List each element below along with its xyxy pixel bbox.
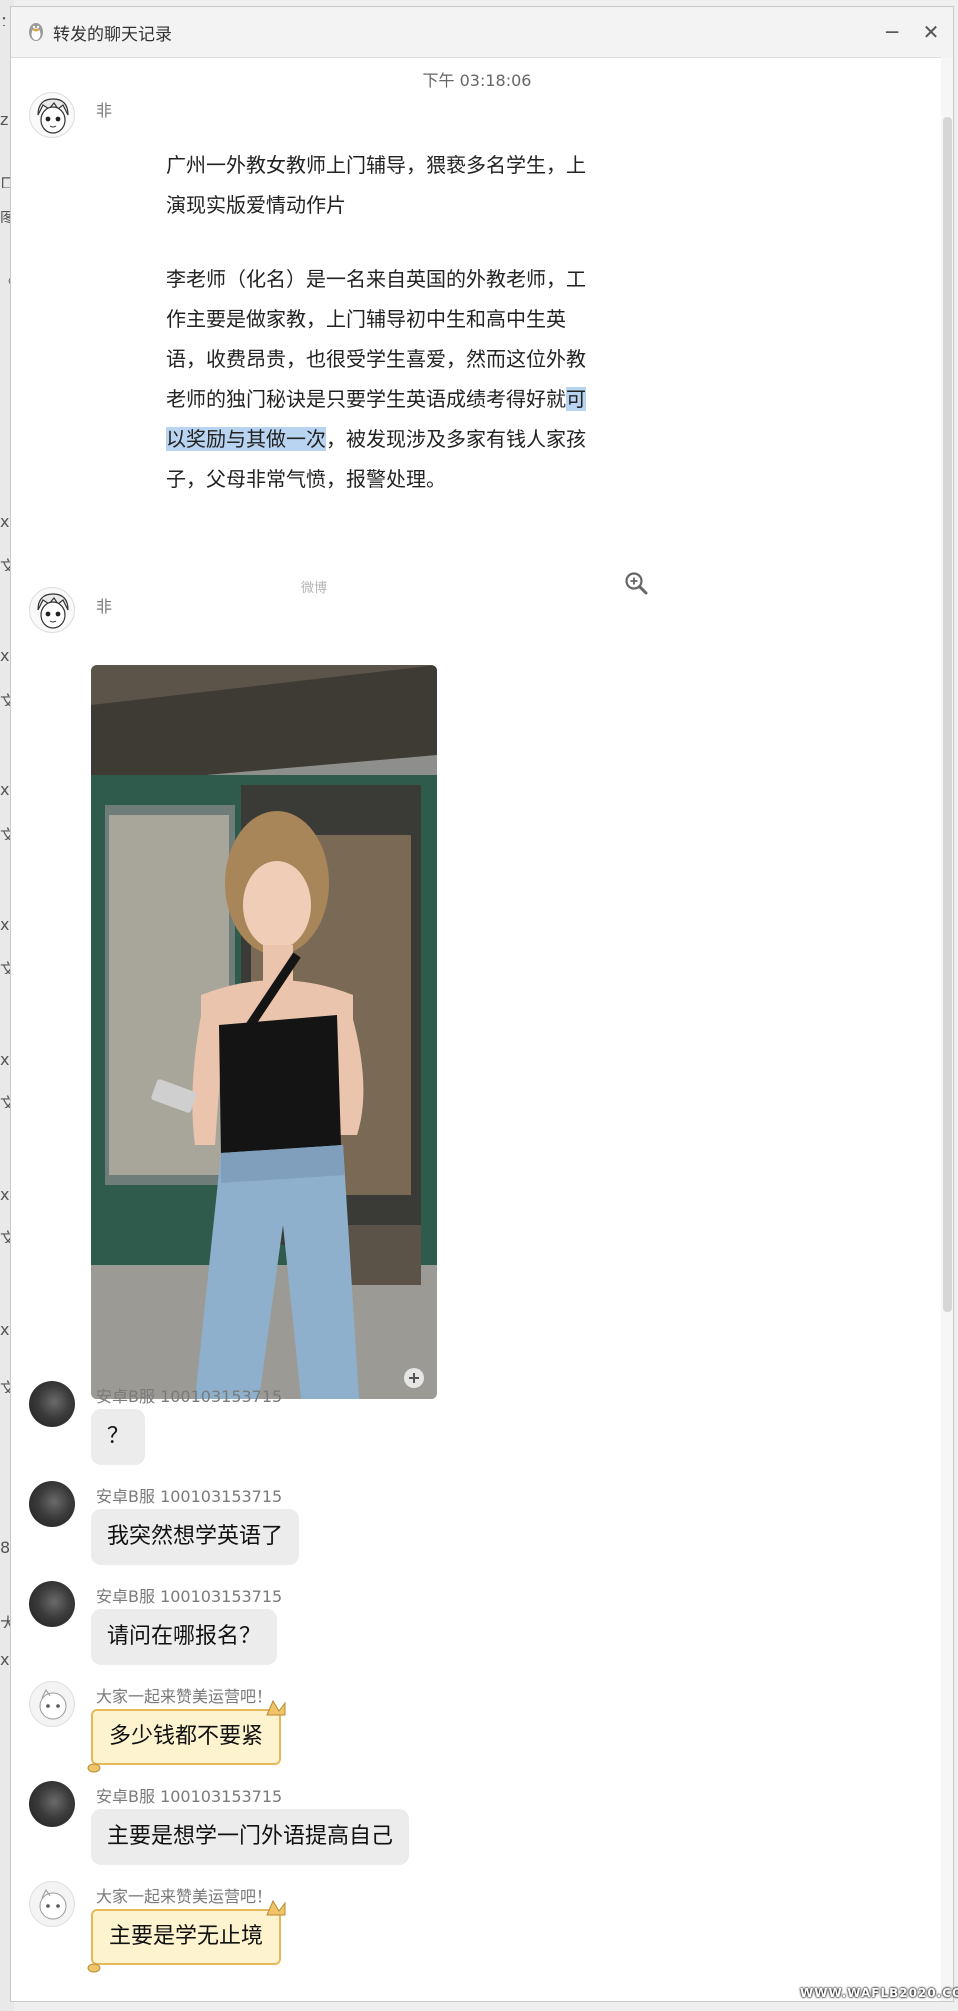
avatar[interactable] xyxy=(29,1681,75,1727)
zoom-in-icon[interactable] xyxy=(623,570,649,596)
avatar[interactable] xyxy=(29,1781,75,1827)
sender-name: 非 xyxy=(96,597,113,616)
window-title: 转发的聊天记录 xyxy=(53,25,172,45)
avatar[interactable] xyxy=(29,1581,75,1627)
shared-photo[interactable] xyxy=(91,665,437,1399)
anime-avatar-icon xyxy=(37,98,69,134)
forwarded-chat-window: 转发的聊天记录 ─ ✕ 下午 03:18:06 非 广州一外教女教师上门辅导，猥… xyxy=(10,6,954,2002)
sender-name: 安卓B服 100103153715 xyxy=(96,1387,283,1406)
sender-name: 大家一起来赞美运营吧！ xyxy=(96,1687,273,1706)
article-body-text: 李老师（化名）是一名来自英国的外教老师，工作主要是做家教，上门辅导初中生和高中生… xyxy=(166,267,586,411)
message-bubble[interactable]: 请问在哪报名？ xyxy=(91,1609,278,1665)
avatar[interactable] xyxy=(29,92,75,138)
message-bubble[interactable]: 我突然想学英语了 xyxy=(91,1509,300,1565)
message-bubble[interactable]: 主要是想学一门外语提高自己 xyxy=(91,1809,410,1865)
minimize-button[interactable]: ─ xyxy=(877,17,907,47)
avatar[interactable] xyxy=(29,1481,75,1527)
scrollbar-thumb[interactable] xyxy=(943,117,952,1312)
cat-ear-decoration-icon xyxy=(266,1699,286,1716)
avatar[interactable] xyxy=(29,1881,75,1927)
anime-avatar-icon xyxy=(37,593,69,629)
sender-name: 大家一起来赞美运营吧！ xyxy=(96,1887,273,1906)
message-bubble-themed[interactable]: 主要是学无止境 xyxy=(87,1899,286,1973)
paw-decoration-icon xyxy=(87,1963,101,1973)
message-bubble-themed[interactable]: 多少钱都不要紧 xyxy=(87,1699,286,1773)
qq-penguin-icon xyxy=(29,23,43,41)
message-text: 主要是学无止境 xyxy=(109,1924,264,1949)
message-text: 多少钱都不要紧 xyxy=(109,1724,264,1749)
sketch-avatar-icon xyxy=(39,1889,67,1920)
shared-article[interactable]: 广州一外教女教师上门辅导，猥亵多名学生，上演现实版爱情动作片 李老师（化名）是一… xyxy=(166,145,596,499)
sketch-avatar-icon xyxy=(39,1689,67,1720)
title-bar[interactable]: 转发的聊天记录 ─ ✕ xyxy=(11,7,953,58)
avatar[interactable] xyxy=(29,587,75,633)
article-body: 李老师（化名）是一名来自英国的外教老师，工作主要是做家教，上门辅导初中生和高中生… xyxy=(166,259,596,499)
sender-name: 安卓B服 100103153715 xyxy=(96,1587,283,1606)
chat-history: 下午 03:18:06 非 广州一外教女教师上门辅导，猥亵多名学生，上演现实版爱… xyxy=(11,57,943,2001)
avatar[interactable] xyxy=(29,1381,75,1427)
message-bubble[interactable]: ？ xyxy=(91,1409,146,1465)
sender-name: 安卓B服 100103153715 xyxy=(96,1787,283,1806)
message-timestamp: 下午 03:18:06 xyxy=(422,71,532,90)
paw-decoration-icon xyxy=(87,1763,101,1773)
article-headline: 广州一外教女教师上门辅导，猥亵多名学生，上演现实版爱情动作片 xyxy=(166,153,586,217)
sender-name: 安卓B服 100103153715 xyxy=(96,1487,283,1506)
expand-image-icon[interactable] xyxy=(403,1367,425,1389)
weibo-watermark: 微博 xyxy=(301,581,328,596)
close-button[interactable]: ✕ xyxy=(916,17,946,47)
sender-name: 非 xyxy=(96,101,113,120)
photo-woman-in-front-of-shop xyxy=(91,665,437,1399)
cat-ear-decoration-icon xyxy=(266,1899,286,1916)
site-watermark: WWW.WAFLB2020.COM xyxy=(800,1986,958,2000)
